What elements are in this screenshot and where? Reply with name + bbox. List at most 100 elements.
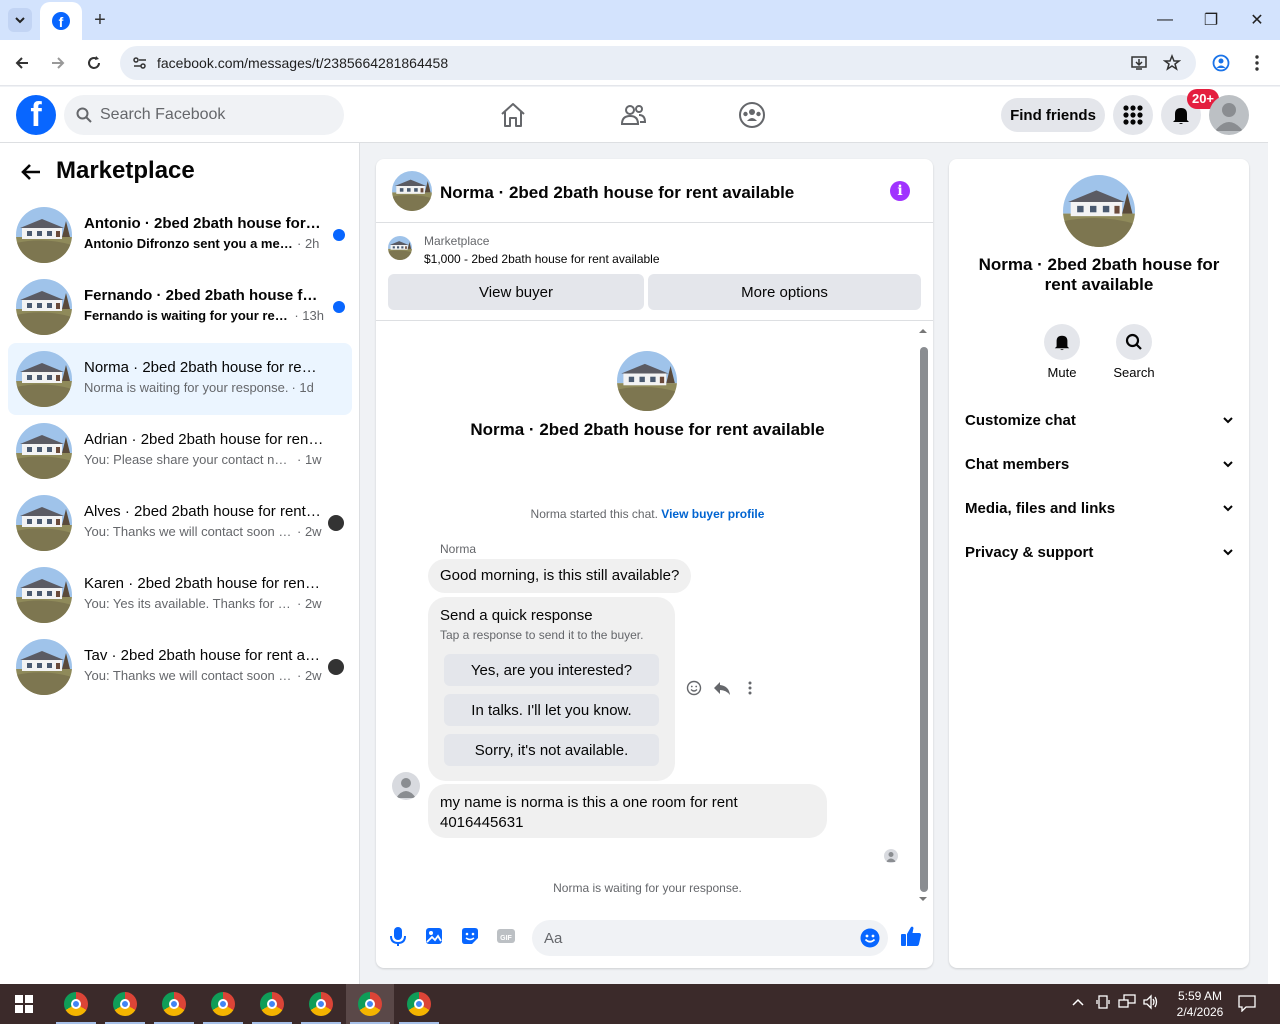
tab-search-button[interactable] (8, 8, 32, 32)
info-section-privacy-support[interactable]: Privacy & support (957, 531, 1241, 575)
groups-icon[interactable] (738, 101, 766, 129)
taskbar-chrome-app[interactable] (101, 984, 149, 1024)
conversation-thumbnail (16, 423, 72, 479)
profile-icon[interactable] (1212, 54, 1230, 72)
volume-icon[interactable] (1142, 994, 1160, 1013)
minimize-button[interactable]: — (1142, 0, 1188, 40)
mute-button[interactable] (1044, 324, 1080, 360)
chevron-down-icon (15, 17, 25, 24)
new-tab-button[interactable]: + (88, 8, 112, 32)
quick-reply-in-talks[interactable]: In talks. I'll let you know. (444, 694, 659, 726)
taskbar-chrome-app[interactable] (199, 984, 247, 1024)
listing-thumbnail[interactable] (392, 171, 432, 211)
conversation-thumbnail (16, 495, 72, 551)
home-icon[interactable] (499, 101, 527, 129)
info-section-chat-members[interactable]: Chat members (957, 443, 1241, 487)
sender-avatar[interactable] (392, 772, 420, 800)
view-buyer-button[interactable]: View buyer (388, 274, 644, 310)
system-clock[interactable]: 5:59 AM 2/4/2026 (1160, 988, 1240, 1020)
friends-icon[interactable] (619, 101, 647, 129)
browser-menu-icon[interactable] (1248, 54, 1266, 72)
message-input-wrapper[interactable] (532, 920, 888, 956)
taskbar-chrome-app[interactable] (248, 984, 296, 1024)
account-avatar[interactable] (1209, 95, 1249, 135)
conversation-item[interactable]: Karen · 2bed 2bath house for rent availa… (8, 559, 352, 631)
thread-title: Norma · 2bed 2bath house for rent availa… (470, 420, 825, 439)
taskbar-chrome-app[interactable] (395, 984, 443, 1024)
back-button[interactable] (10, 51, 34, 75)
emoji-icon[interactable] (860, 928, 880, 948)
taskbar-chrome-app[interactable] (150, 984, 198, 1024)
device-icon[interactable] (1096, 994, 1110, 1013)
close-window-button[interactable]: ✕ (1234, 0, 1280, 40)
info-section-media-files-and-links[interactable]: Media, files and links (957, 487, 1241, 531)
install-app-icon[interactable] (1130, 54, 1148, 72)
taskbar-chrome-app[interactable] (52, 984, 100, 1024)
microphone-icon[interactable] (387, 925, 409, 947)
search-in-chat-button[interactable] (1116, 324, 1152, 360)
reload-button[interactable] (82, 51, 106, 75)
quick-reply-yes[interactable]: Yes, are you interested? (444, 654, 659, 686)
message-input[interactable] (544, 920, 844, 956)
thread-scrollbar[interactable] (917, 324, 929, 901)
scrollbar-thumb[interactable] (920, 347, 928, 892)
message-bubble[interactable]: Good morning, is this still available? (428, 559, 692, 593)
back-arrow-icon[interactable] (20, 161, 42, 183)
taskbar-chrome-app[interactable] (346, 984, 394, 1024)
conversation-item[interactable]: Adrian · 2bed 2bath house for rent avail… (8, 415, 352, 487)
notification-center-icon[interactable] (1238, 994, 1256, 1015)
site-settings-icon[interactable] (132, 55, 148, 71)
conversation-item[interactable]: Norma · 2bed 2bath house for rent availa… (8, 343, 352, 415)
message-line-1: my name is norma is this a one room for … (440, 794, 738, 811)
chrome-icon (309, 992, 333, 1016)
info-icon[interactable]: i (890, 181, 910, 201)
chevron-down-icon (1223, 549, 1233, 556)
restore-button[interactable]: ❐ (1188, 0, 1234, 40)
reply-icon[interactable] (712, 678, 732, 698)
start-button[interactable] (0, 984, 48, 1024)
conversation-item[interactable]: Antonio · 2bed 2bath house for rent avai… (8, 199, 352, 271)
thumbs-up-icon[interactable] (899, 924, 923, 948)
conversation-snippet: You: Please share your contact number · 1… (84, 452, 324, 467)
clock-time: 5:59 AM (1177, 989, 1223, 1003)
conversation-item[interactable]: Alves · 2bed 2bath house for rent availa… (8, 487, 352, 559)
chat-title[interactable]: Norma · 2bed 2bath house for rent availa… (440, 183, 794, 203)
facebook-logo-icon[interactable]: f (16, 95, 56, 135)
bookmark-star-icon[interactable] (1163, 54, 1181, 72)
forward-button[interactable] (46, 51, 70, 75)
house-photo-icon (16, 495, 72, 551)
view-buyer-profile-link[interactable]: View buyer profile (661, 507, 764, 521)
section-label: Customize chat (965, 412, 1076, 429)
tab-facebook[interactable]: f (40, 2, 82, 40)
conversation-info-panel: Norma · 2bed 2bath house for rent availa… (949, 159, 1249, 968)
search-input[interactable] (100, 95, 330, 135)
conversation-item[interactable]: Tav · 2bed 2bath house for rent availabl… (8, 631, 352, 703)
info-section-customize-chat[interactable]: Customize chat (957, 399, 1241, 443)
conversation-thumbnail (16, 639, 72, 695)
info-listing-image[interactable] (1063, 175, 1135, 247)
menu-button[interactable] (1113, 95, 1153, 135)
quick-reply-sorry[interactable]: Sorry, it's not available. (444, 734, 659, 766)
house-photo-icon (16, 279, 72, 335)
scroll-up-icon[interactable] (917, 326, 929, 336)
address-bar[interactable]: facebook.com/messages/t/2385664281864458 (120, 46, 1196, 80)
windows-taskbar: 5:59 AM 2/4/2026 (0, 984, 1280, 1024)
react-icon[interactable] (684, 678, 704, 698)
message-bubble-2[interactable]: my name is norma is this a one room for … (428, 784, 827, 838)
find-friends-button[interactable]: Find friends (1001, 98, 1105, 132)
listing-thumbnail-small[interactable] (388, 236, 412, 260)
page-scrollbar[interactable] (1268, 87, 1280, 984)
network-icon[interactable] (1118, 994, 1136, 1013)
scroll-down-icon[interactable] (917, 894, 929, 904)
url-text[interactable]: facebook.com/messages/t/2385664281864458 (157, 55, 448, 71)
gif-icon[interactable]: GIF (495, 925, 517, 947)
listing-price-title[interactable]: $1,000 - 2bed 2bath house for rent avail… (424, 252, 660, 266)
sticker-icon[interactable] (459, 925, 481, 947)
more-actions-icon[interactable] (740, 678, 760, 698)
tray-chevron-icon[interactable] (1072, 994, 1084, 1010)
more-options-button[interactable]: More options (648, 274, 921, 310)
facebook-search[interactable] (64, 95, 344, 135)
photo-icon[interactable] (423, 925, 445, 947)
conversation-item[interactable]: Fernando · 2bed 2bath house for rent ava… (8, 271, 352, 343)
taskbar-chrome-app[interactable] (297, 984, 345, 1024)
